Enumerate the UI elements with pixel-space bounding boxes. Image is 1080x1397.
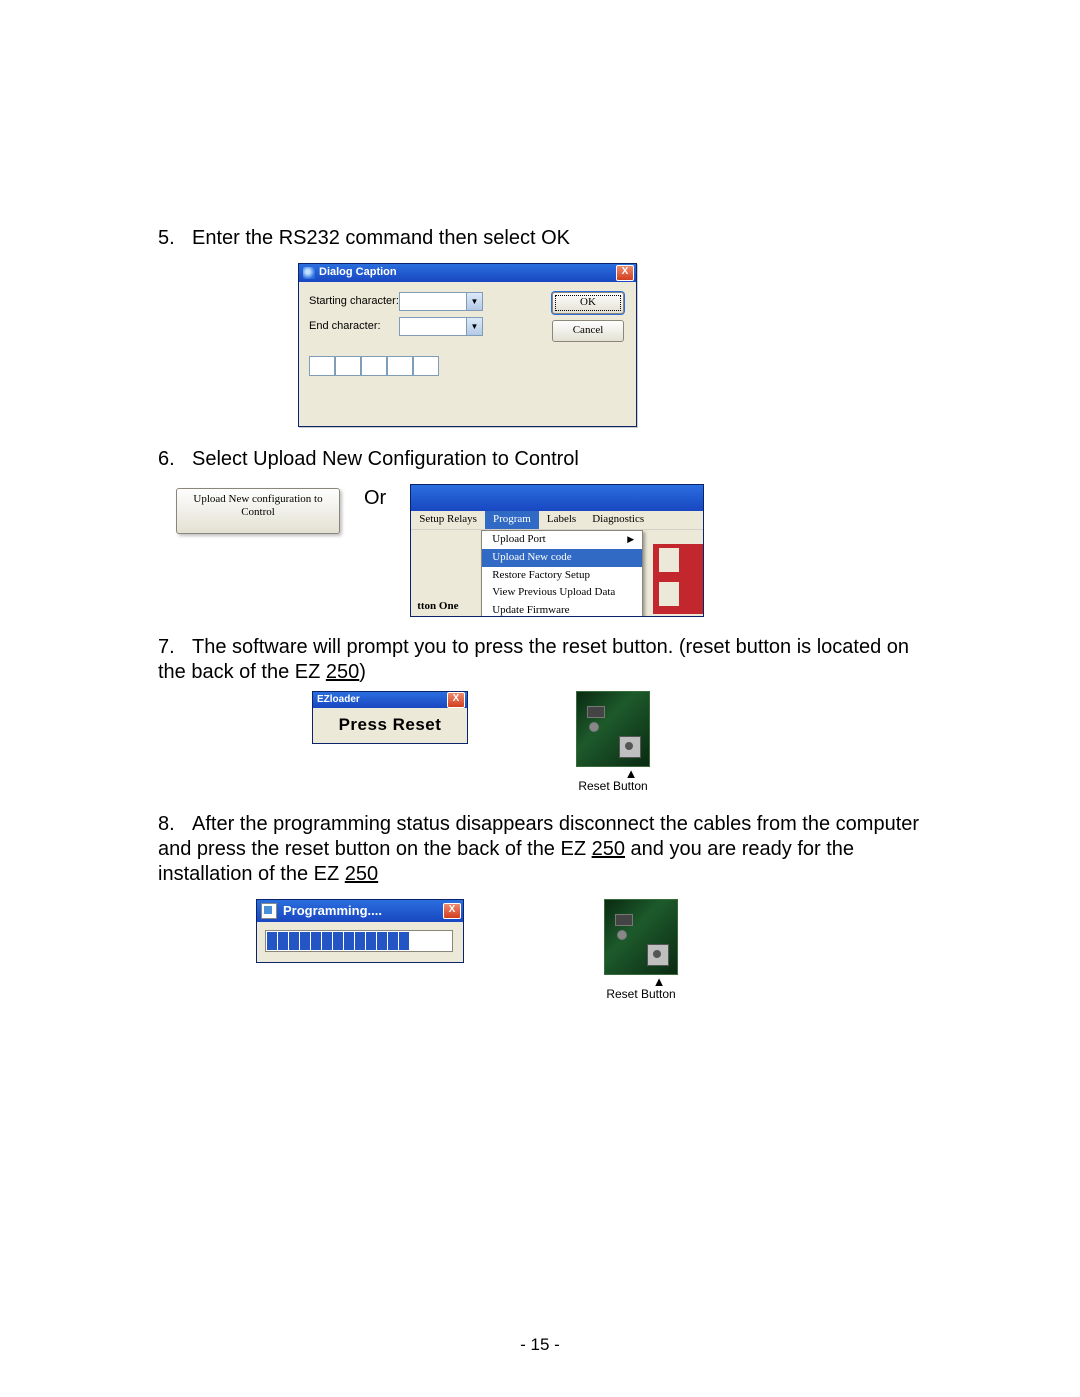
program-dropdown-menu: Upload Port▶ Upload New code Restore Fac…: [481, 530, 643, 616]
ezloader-title: EZloader: [317, 694, 360, 707]
menu-view-previous[interactable]: View Previous Upload Data: [482, 584, 642, 602]
app-icon: [261, 903, 277, 919]
step-text: Enter the RS232 command then select OK: [192, 227, 570, 249]
tab-program[interactable]: Program: [485, 511, 539, 529]
step-number: 5.: [158, 226, 192, 251]
page-number: - 15 -: [0, 1335, 1080, 1355]
step-text: The software will prompt you to press th…: [158, 636, 909, 683]
menu-update-firmware[interactable]: Update Firmware: [482, 602, 642, 616]
programming-title: Programming....: [283, 903, 382, 919]
close-icon[interactable]: X: [443, 903, 461, 919]
chevron-down-icon[interactable]: ▼: [466, 318, 482, 335]
window-titlebar: [411, 485, 703, 511]
reset-button-caption: Reset Button: [576, 779, 650, 794]
or-label: Or: [364, 486, 386, 511]
dialog-title: Dialog Caption: [319, 266, 397, 280]
cancel-button[interactable]: Cancel: [552, 320, 624, 342]
progress-bar: [265, 930, 453, 952]
reset-button-caption: Reset Button: [604, 987, 678, 1002]
programming-titlebar: Programming.... X: [257, 900, 463, 922]
hex-input[interactable]: [413, 356, 439, 376]
reset-button-photo: ▲ Reset Button: [576, 691, 650, 794]
cropped-label: tton One: [417, 600, 458, 614]
ok-button[interactable]: OK: [552, 292, 624, 314]
hex-input[interactable]: [309, 356, 335, 376]
reset-button-photo: ▲ Reset Button: [604, 899, 678, 1002]
arrow-up-icon: ▲: [640, 977, 678, 987]
programming-window: Programming.... X: [256, 899, 464, 963]
model-link[interactable]: 250: [592, 838, 625, 860]
step-6: 6.Select Upload New Configuration to Con…: [158, 447, 938, 617]
program-menu-screenshot: Setup Relays Program Labels Diagnostics …: [410, 484, 704, 617]
menu-upload-port[interactable]: Upload Port▶: [482, 531, 642, 549]
ezloader-titlebar: EZloader X: [313, 692, 467, 708]
hex-input[interactable]: [361, 356, 387, 376]
reset-button-hw: [619, 736, 641, 758]
close-icon[interactable]: X: [616, 265, 634, 281]
tab-diagnostics[interactable]: Diagnostics: [584, 511, 652, 529]
end-char-label: End character:: [309, 320, 399, 334]
step-7: 7.The software will prompt you to press …: [158, 635, 938, 794]
hex-input[interactable]: [335, 356, 361, 376]
step-8: 8.After the programming status disappear…: [158, 812, 938, 1002]
tab-setup-relays[interactable]: Setup Relays: [411, 511, 485, 529]
menu-restore-factory[interactable]: Restore Factory Setup: [482, 567, 642, 585]
menu-upload-new-code[interactable]: Upload New code: [482, 549, 642, 567]
step-text: After the programming status disappears …: [158, 813, 919, 885]
document-page: 5.Enter the RS232 command then select OK…: [0, 0, 1080, 1397]
close-icon[interactable]: X: [447, 692, 465, 708]
dialog-titlebar: Dialog Caption X: [299, 264, 636, 282]
step-text: Select Upload New Configuration to Contr…: [192, 448, 579, 470]
press-reset-label: Press Reset: [313, 708, 467, 743]
upload-new-config-button[interactable]: Upload New configuration to Control: [176, 488, 340, 534]
menu-bar: Setup Relays Program Labels Diagnostics: [411, 511, 703, 530]
instruction-list: 5.Enter the RS232 command then select OK…: [158, 226, 938, 1002]
step-number: 7.: [158, 635, 192, 660]
hex-byte-row: [309, 356, 626, 376]
step-number: 6.: [158, 447, 192, 472]
ezloader-window: EZloader X Press Reset: [312, 691, 468, 744]
model-link[interactable]: 250: [326, 661, 359, 683]
logo-fragment: [653, 544, 703, 614]
starting-char-combo[interactable]: ▼: [399, 292, 483, 311]
hex-input[interactable]: [387, 356, 413, 376]
model-link[interactable]: 250: [345, 863, 378, 885]
step-5: 5.Enter the RS232 command then select OK…: [158, 226, 938, 427]
dialog-caption-window: Dialog Caption X Starting character: ▼: [298, 263, 637, 427]
dialog-body: Starting character: ▼ End character: ▼: [299, 282, 636, 426]
reset-button-hw: [647, 944, 669, 966]
pcb-image: [576, 691, 650, 767]
content-area: 5.Enter the RS232 command then select OK…: [158, 226, 938, 1020]
submenu-arrow-icon: ▶: [627, 534, 634, 545]
arrow-up-icon: ▲: [612, 769, 650, 779]
step-number: 8.: [158, 812, 192, 837]
starting-char-label: Starting character:: [309, 295, 399, 309]
chevron-down-icon[interactable]: ▼: [466, 293, 482, 310]
pcb-image: [604, 899, 678, 975]
tab-labels[interactable]: Labels: [539, 511, 584, 529]
end-char-combo[interactable]: ▼: [399, 317, 483, 336]
app-icon: [303, 267, 315, 279]
